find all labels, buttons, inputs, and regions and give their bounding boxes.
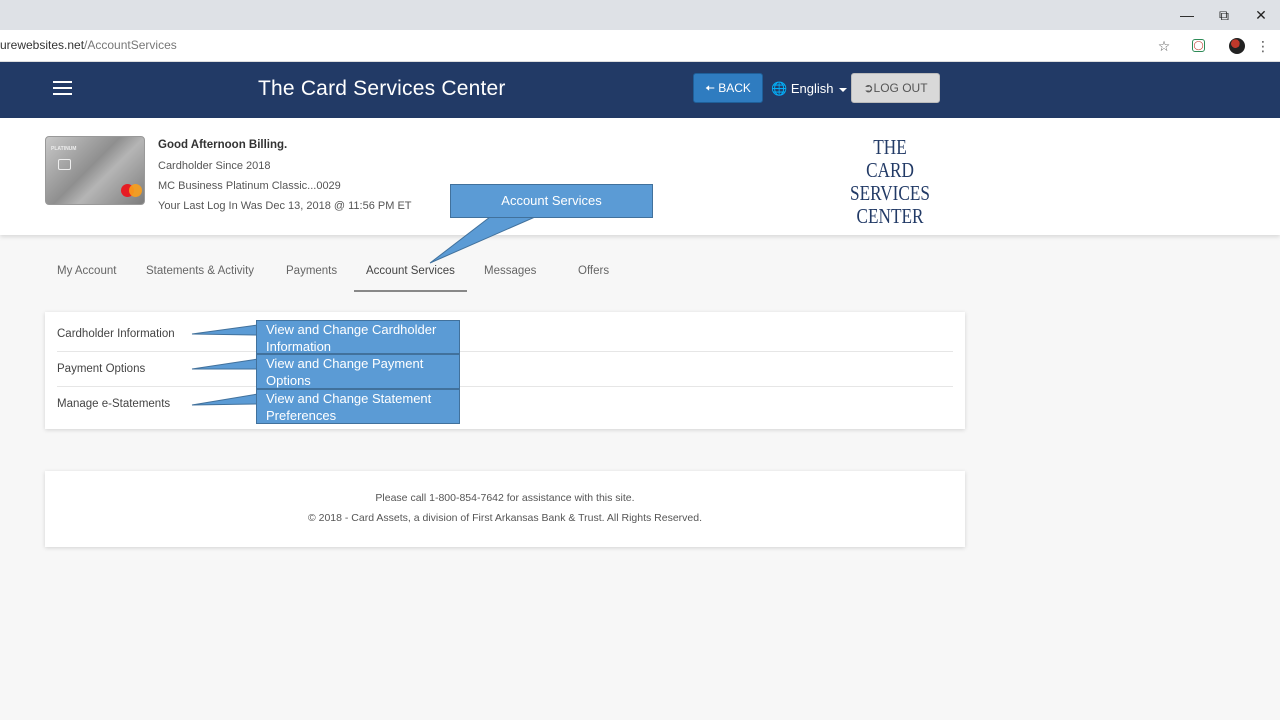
logo-line: THE xyxy=(873,135,907,159)
browser-titlebar: — ⧉ ✕ xyxy=(0,0,1280,30)
footer-copyright: © 2018 - Card Assets, a division of Firs… xyxy=(307,512,703,524)
language-label: English xyxy=(790,81,834,96)
tab-payments[interactable]: Payments xyxy=(274,252,349,292)
restore-icon[interactable]: ⧉ xyxy=(1213,4,1235,26)
tab-offers[interactable]: Offers xyxy=(566,252,621,292)
footer-assistance-text: Please call 1-800-854-7642 for assistanc… xyxy=(375,492,635,504)
card-name: MC Business Platinum Classic...0029 xyxy=(158,180,341,192)
back-button-label: BACK xyxy=(718,81,751,95)
caret-down-icon xyxy=(839,87,848,92)
arrow-left-icon: 🠤 xyxy=(705,81,715,95)
logout-button-label: LOG OUT xyxy=(873,81,928,95)
url-host: urewebsites.net xyxy=(0,38,85,52)
minimize-icon[interactable]: — xyxy=(1176,4,1198,26)
last-login: Your Last Log In Was Dec 13, 2018 @ 11:5… xyxy=(158,200,412,212)
star-icon[interactable]: ☆ xyxy=(1155,37,1173,55)
site-logo: THE CARD SERVICES CENTER xyxy=(824,136,955,228)
language-dropdown[interactable]: 🌐 English xyxy=(771,81,848,97)
back-button[interactable]: 🠤 BACK xyxy=(693,73,763,103)
url-path: /AccountServices xyxy=(84,38,177,52)
mastercard-logo-icon xyxy=(129,184,142,197)
tab-my-account[interactable]: My Account xyxy=(45,252,128,292)
site-header: The Card Services Center 🠤 BACK 🌐 Englis… xyxy=(0,62,1280,118)
card-chip-icon xyxy=(58,159,71,170)
tab-account-services[interactable]: Account Services xyxy=(354,252,467,292)
globe-icon: 🌐 xyxy=(771,81,788,96)
close-icon[interactable]: ✕ xyxy=(1250,4,1272,26)
list-item-payment-options[interactable]: Payment Options xyxy=(57,352,953,387)
callout-payment-options: View and Change Payment Options xyxy=(256,354,460,389)
list-item-manage-e-statements[interactable]: Manage e-Statements xyxy=(57,387,953,422)
logo-line: CENTER xyxy=(856,204,924,228)
url-text[interactable]: urewebsites.net/AccountServices xyxy=(0,38,177,52)
hamburger-menu-icon[interactable] xyxy=(53,81,72,97)
list-item-cardholder-information[interactable]: Cardholder Information xyxy=(57,317,953,352)
profile-avatar-icon[interactable] xyxy=(1229,38,1245,54)
logout-icon: ➲ xyxy=(863,81,874,95)
menu-dots-icon[interactable]: ⋮ xyxy=(1254,37,1272,55)
logo-line: CARD SERVICES xyxy=(850,158,930,205)
greeting: Good Afternoon Billing. xyxy=(158,139,288,151)
callout-statement-preferences: View and Change Statement Preferences xyxy=(256,389,460,424)
cardholder-since: Cardholder Since 2018 xyxy=(158,160,271,172)
extension-icon[interactable]: ◯ xyxy=(1192,39,1205,52)
address-bar[interactable]: urewebsites.net/AccountServices ☆ ◯ ⋮ xyxy=(0,30,1280,62)
tab-statements-activity[interactable]: Statements & Activity xyxy=(134,252,266,292)
page-footer: Please call 1-800-854-7642 for assistanc… xyxy=(45,471,965,547)
card-image-label: PLATINUM xyxy=(51,146,77,152)
callout-cardholder-information: View and Change Cardholder Information xyxy=(256,320,460,354)
logout-button[interactable]: ➲LOG OUT xyxy=(851,73,940,103)
callout-account-services: Account Services xyxy=(450,184,653,218)
tab-messages[interactable]: Messages xyxy=(472,252,548,292)
site-title: The Card Services Center xyxy=(258,77,506,100)
account-services-list: Cardholder Information Payment Options M… xyxy=(45,312,965,429)
card-image: PLATINUM xyxy=(45,136,145,205)
